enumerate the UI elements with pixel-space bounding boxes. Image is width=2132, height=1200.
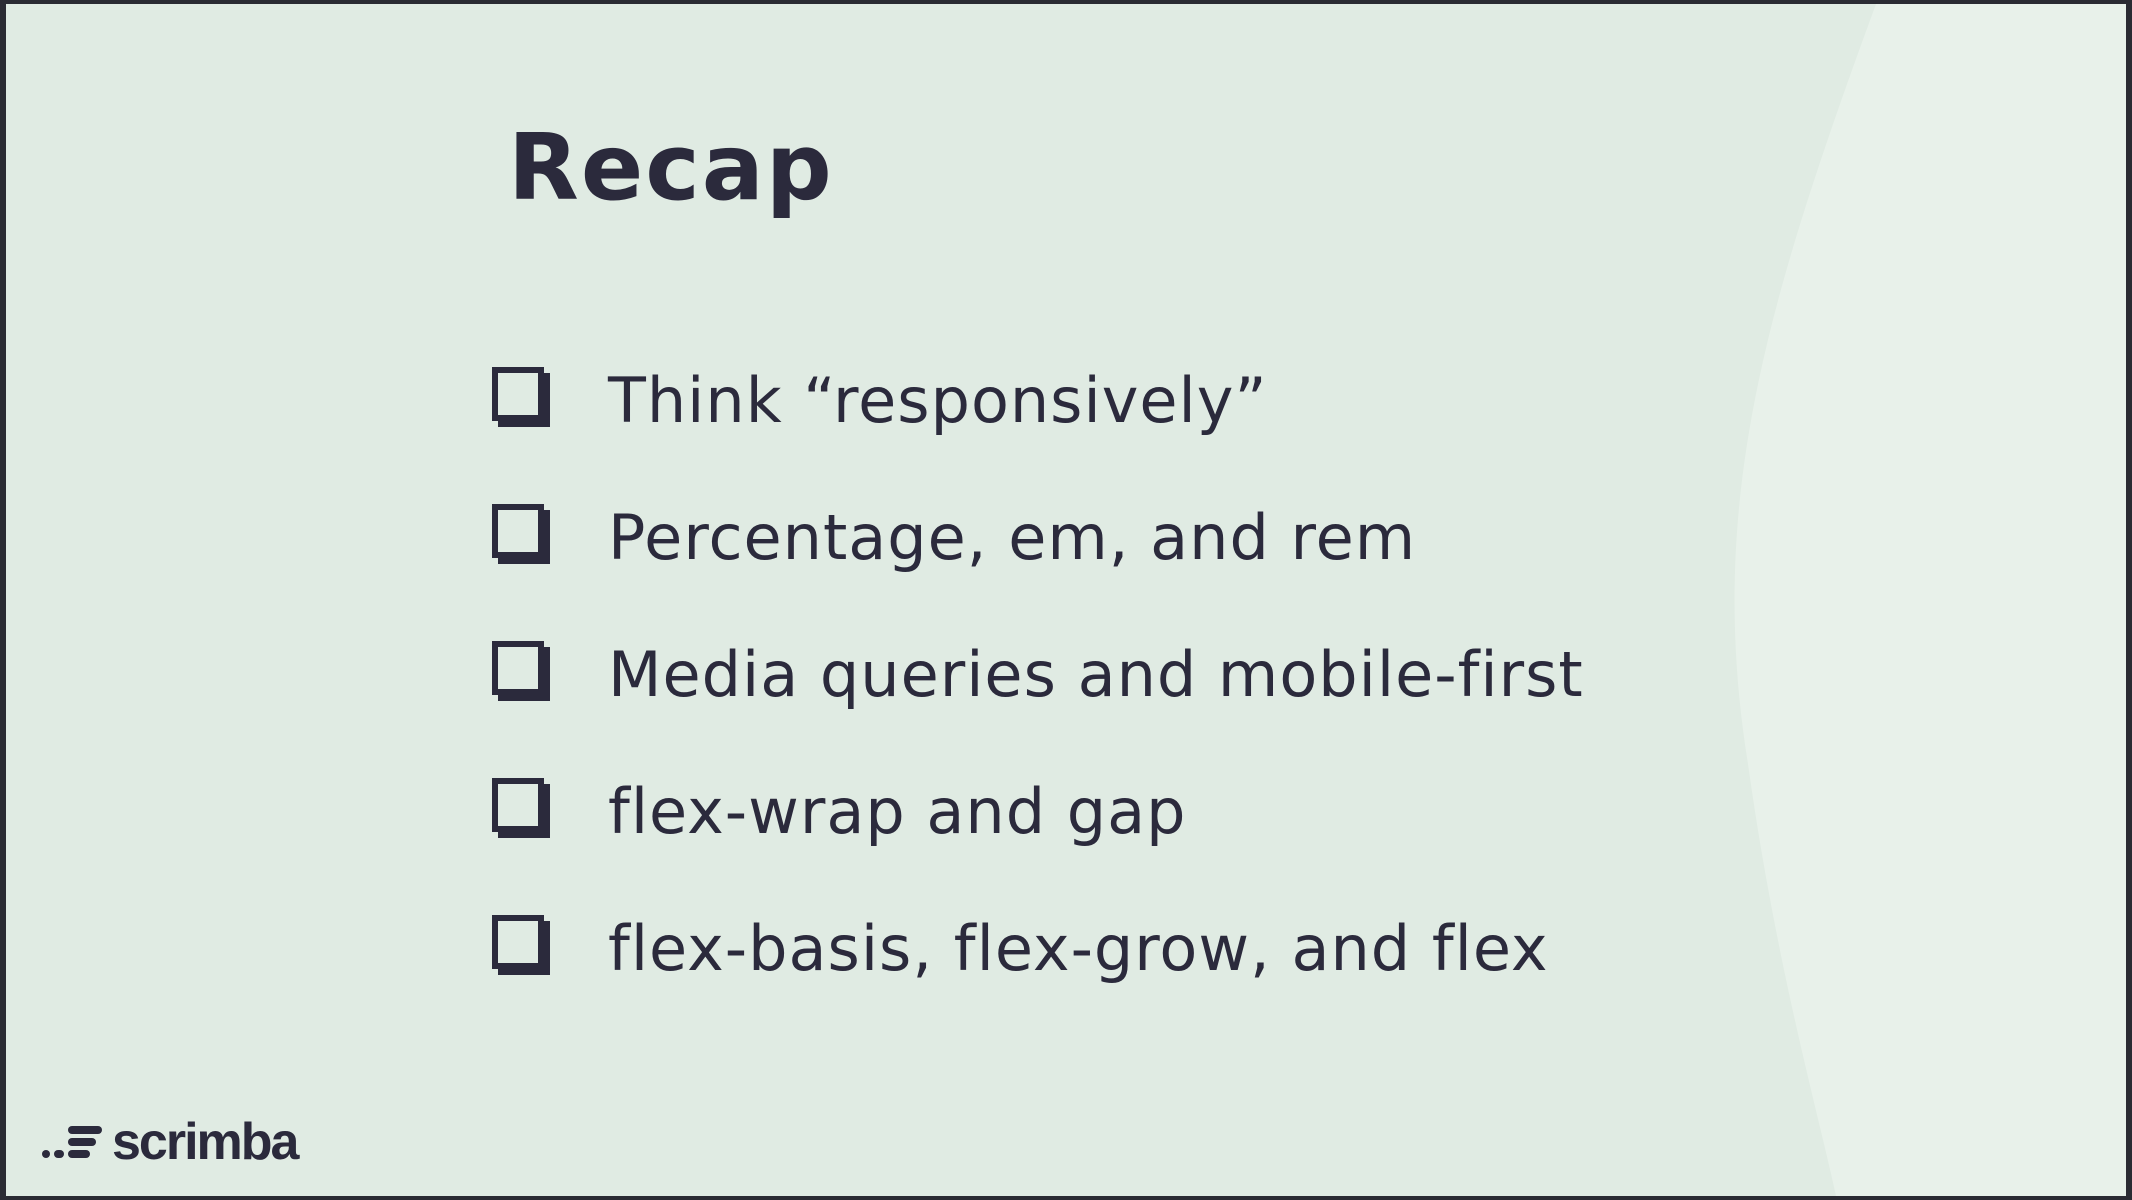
list-item: Think “responsively”: [492, 332, 1584, 469]
list-item: flex-basis, flex-grow, and flex: [492, 880, 1584, 1017]
checkbox-icon: [492, 914, 550, 975]
list-item-label: Think “responsively”: [608, 363, 1268, 437]
list-item: Percentage, em, and rem: [492, 469, 1584, 606]
slide-title: Recap: [508, 114, 834, 221]
list-item-label: flex-basis, flex-grow, and flex: [608, 911, 1549, 985]
list-item: Media queries and mobile-first: [492, 606, 1584, 743]
checkbox-icon: [492, 777, 550, 838]
checkbox-icon: [492, 640, 550, 701]
list-item-label: Percentage, em, and rem: [608, 500, 1417, 574]
slide: Recap Think “responsively” Percentage, e…: [6, 4, 2126, 1196]
recap-list: Think “responsively” Percentage, em, and…: [492, 332, 1584, 1017]
checkbox-icon: [492, 503, 550, 564]
scrimba-dots-icon: [42, 1126, 102, 1158]
list-item-label: Media queries and mobile-first: [608, 637, 1584, 711]
checkbox-icon: [492, 366, 550, 427]
list-item: flex-wrap and gap: [492, 743, 1584, 880]
list-item-label: flex-wrap and gap: [608, 774, 1187, 848]
logo-text: scrimba: [112, 1113, 299, 1171]
scrimba-logo: scrimba: [42, 1113, 299, 1171]
